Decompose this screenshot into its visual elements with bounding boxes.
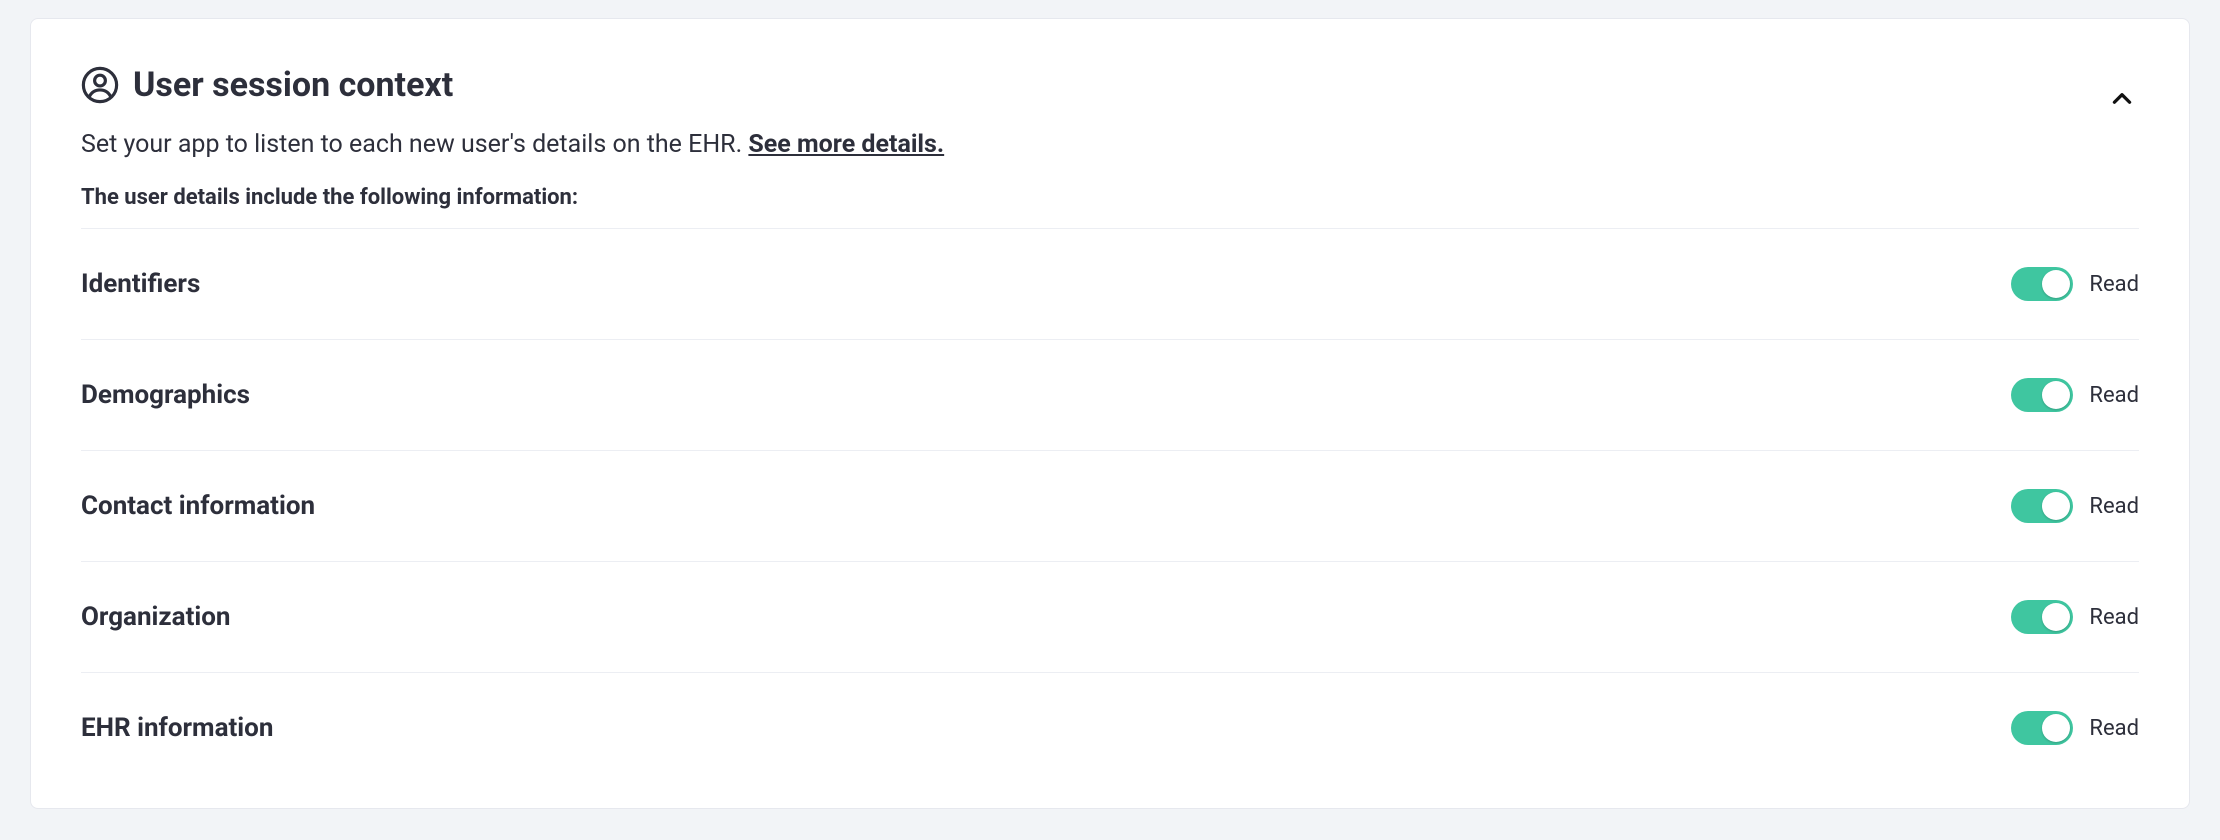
row-organization: Organization Read: [81, 562, 2139, 673]
row-label: Identifiers: [81, 269, 200, 299]
toggle-demographics[interactable]: [2011, 378, 2073, 412]
toggle-knob: [2042, 603, 2070, 631]
toggle-identifiers[interactable]: [2011, 267, 2073, 301]
permission-label: Read: [2089, 383, 2139, 408]
row-label: Contact information: [81, 491, 315, 521]
collapse-toggle[interactable]: [2105, 83, 2139, 117]
row-label: Organization: [81, 602, 231, 632]
panel-subtitle: Set your app to listen to each new user'…: [81, 127, 2139, 163]
panel-subtitle-text: Set your app to listen to each new user'…: [81, 130, 748, 159]
toggle-knob: [2042, 381, 2070, 409]
row-controls: Read: [2011, 267, 2139, 301]
toggle-ehr-information[interactable]: [2011, 711, 2073, 745]
toggle-knob: [2042, 270, 2070, 298]
row-demographics: Demographics Read: [81, 340, 2139, 451]
row-contact-information: Contact information Read: [81, 451, 2139, 562]
toggle-contact-information[interactable]: [2011, 489, 2073, 523]
user-icon: [81, 66, 119, 104]
row-label: Demographics: [81, 380, 250, 410]
row-controls: Read: [2011, 489, 2139, 523]
permission-label: Read: [2089, 716, 2139, 741]
row-label: EHR information: [81, 713, 273, 743]
permission-label: Read: [2089, 494, 2139, 519]
row-controls: Read: [2011, 711, 2139, 745]
row-controls: Read: [2011, 378, 2139, 412]
permission-label: Read: [2089, 605, 2139, 630]
permission-rows: Identifiers Read Demographics Read: [81, 228, 2139, 783]
toggle-knob: [2042, 492, 2070, 520]
chevron-up-icon: [2109, 86, 2135, 115]
details-include-label: The user details include the following i…: [81, 185, 2139, 210]
toggle-organization[interactable]: [2011, 600, 2073, 634]
row-controls: Read: [2011, 600, 2139, 634]
panel-header: User session context: [81, 65, 2139, 105]
see-more-details-link[interactable]: See more details.: [748, 130, 944, 159]
row-identifiers: Identifiers Read: [81, 229, 2139, 340]
panel-title: User session context: [133, 65, 453, 105]
permission-label: Read: [2089, 272, 2139, 297]
user-session-context-panel: User session context Set your app to lis…: [30, 18, 2190, 809]
row-ehr-information: EHR information Read: [81, 673, 2139, 783]
toggle-knob: [2042, 714, 2070, 742]
